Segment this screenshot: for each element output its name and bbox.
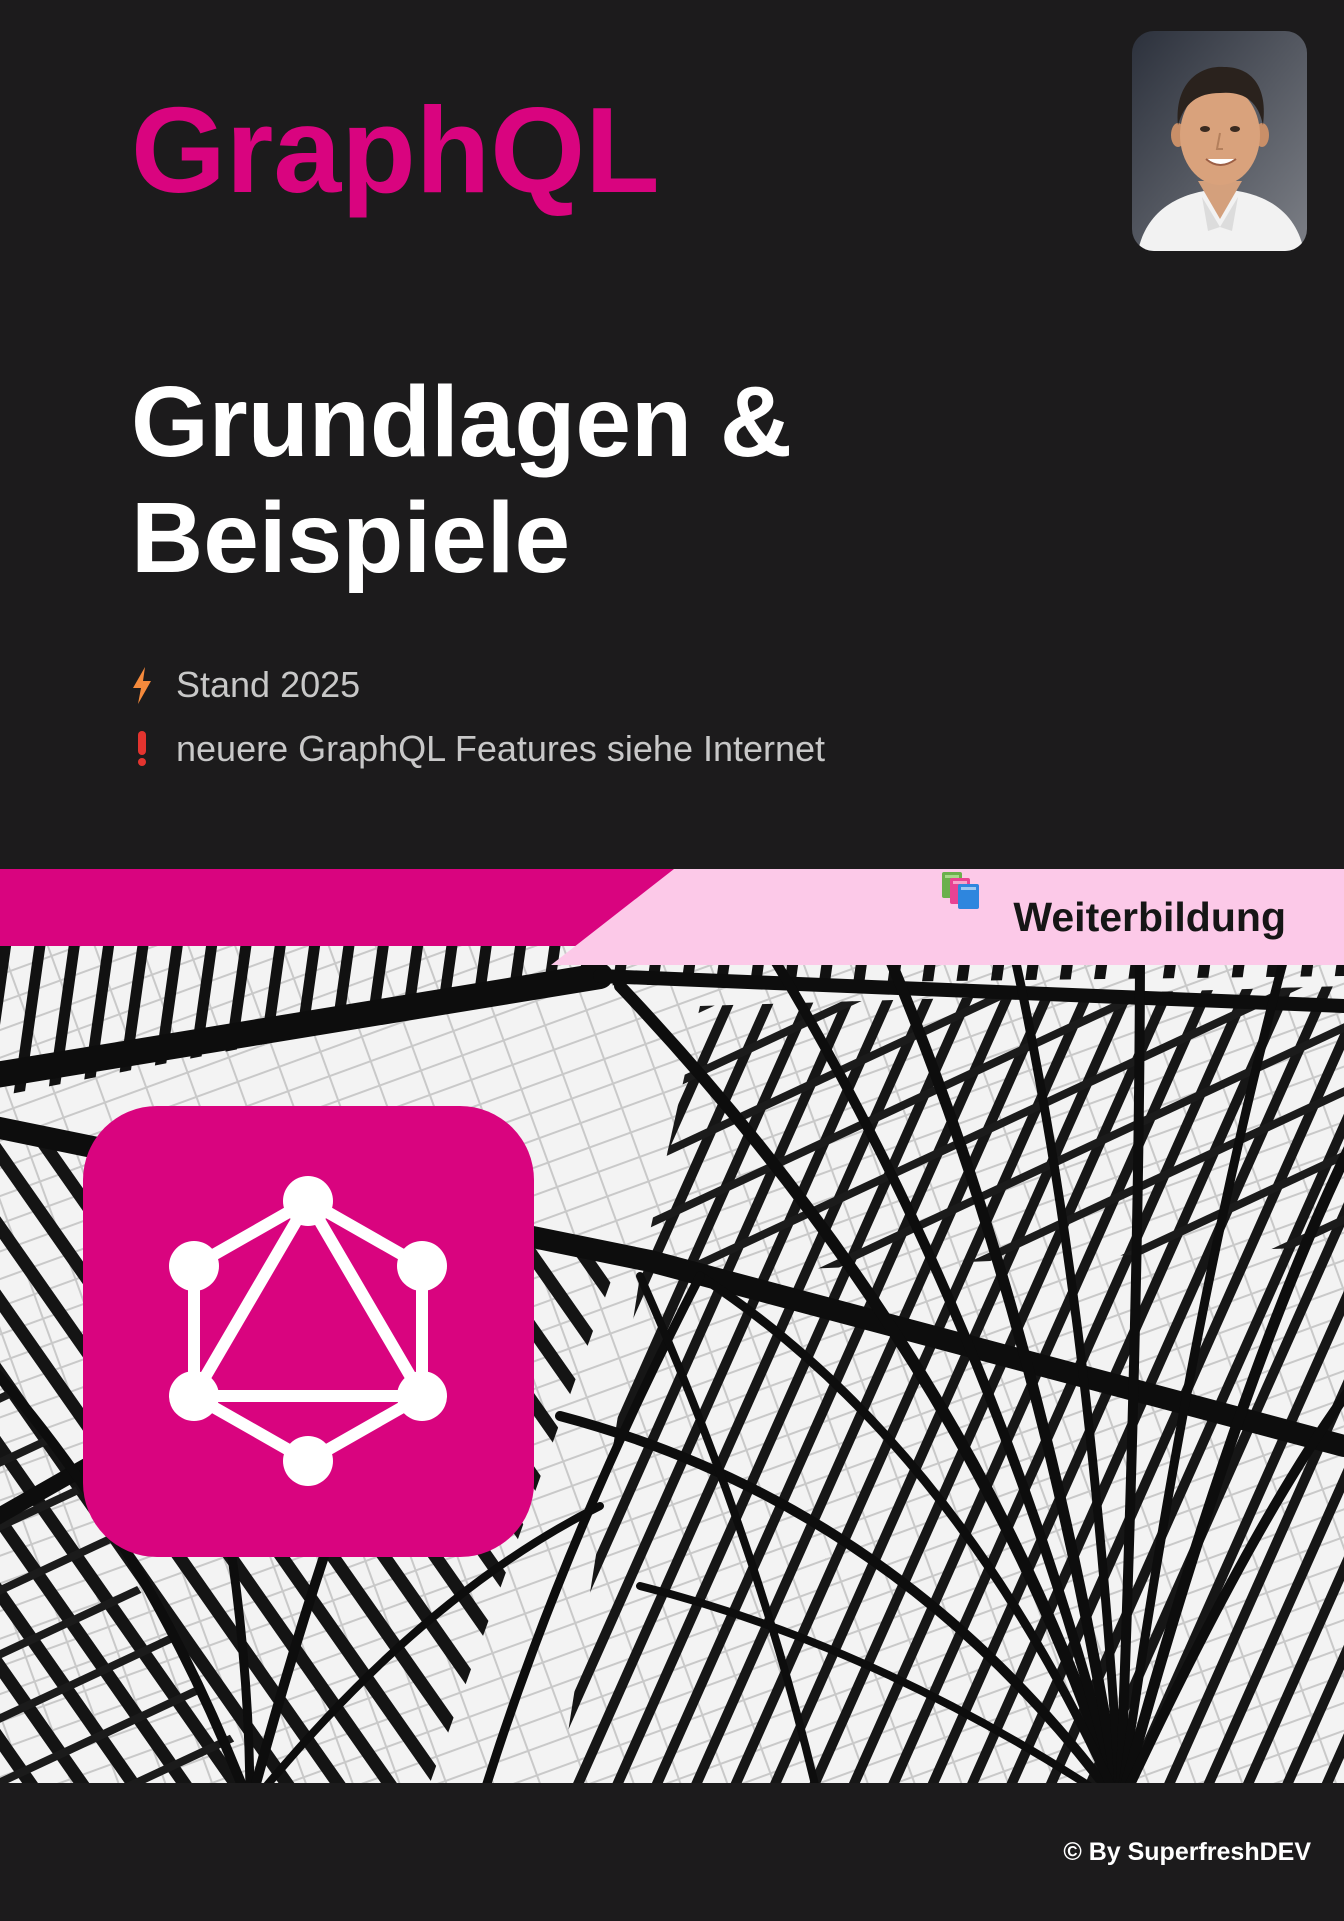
exclamation-icon [131, 729, 153, 769]
graphql-logo-icon [83, 1106, 534, 1557]
cover-page: GraphQL Grundlagen & Beispiele Stand 202… [0, 0, 1344, 1921]
author-photo [1132, 31, 1307, 251]
lightning-icon [131, 665, 153, 705]
note-text: neuere GraphQL Features siehe Internet [176, 728, 826, 769]
footer: © By SuperfreshDEV [0, 1783, 1344, 1921]
copyright-text: © By SuperfreshDEV [1063, 1837, 1311, 1866]
document-title: GraphQL [131, 82, 660, 218]
note-item: neuere GraphQL Features siehe Internet [131, 717, 825, 781]
category-label: Weiterbildung [1013, 893, 1286, 940]
document-subtitle: Grundlagen & Beispiele [131, 366, 793, 594]
books-icon [940, 872, 983, 939]
notes-list: Stand 2025 neuere GraphQL Features siehe… [131, 653, 825, 781]
note-item: Stand 2025 [131, 653, 825, 717]
note-text: Stand 2025 [176, 664, 361, 705]
category-band: Weiterbildung [0, 869, 1344, 965]
category-badge: Weiterbildung [940, 869, 1286, 965]
